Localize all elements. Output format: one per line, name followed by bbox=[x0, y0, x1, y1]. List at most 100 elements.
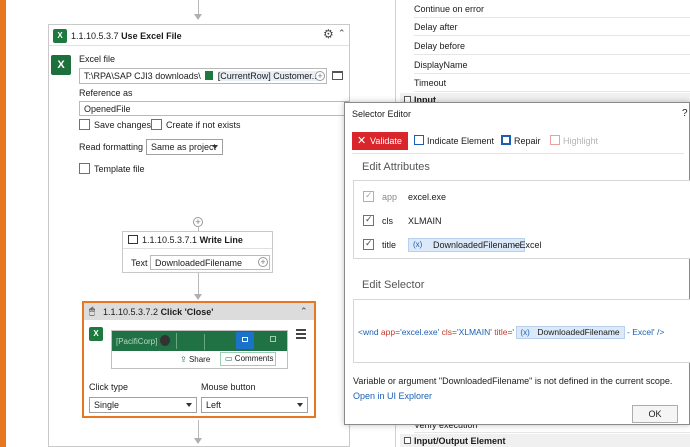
read-formatting-dropdown[interactable]: Same as project bbox=[146, 139, 223, 155]
repair-icon bbox=[501, 135, 511, 145]
create-if-not-exists-label: Create if not exists bbox=[166, 120, 241, 130]
property-group-input-output[interactable]: Input/Output Element bbox=[400, 434, 690, 447]
connector-line bbox=[198, 420, 199, 440]
attr-cls-checkbox[interactable] bbox=[363, 214, 374, 226]
mouse-button-dropdown[interactable]: Left bbox=[201, 397, 308, 413]
help-button[interactable]: ? bbox=[682, 108, 688, 119]
template-file-checkbox[interactable] bbox=[79, 163, 90, 174]
property-delay-before[interactable]: Delay before bbox=[414, 37, 690, 55]
x-icon: ✕ bbox=[357, 135, 367, 147]
property-display-name[interactable]: DisplayName bbox=[414, 56, 690, 74]
collapse-icon[interactable]: ⌃ bbox=[338, 28, 346, 39]
attributes-list[interactable]: app excel.exe cls XLMAIN title (x) Downl… bbox=[353, 180, 690, 259]
attr-app-value[interactable]: excel.exe bbox=[408, 192, 446, 202]
chevron-down-icon bbox=[297, 403, 303, 407]
excel-file-var: [CurrentRow] Customer... bbox=[217, 71, 320, 81]
validate-button[interactable]: ✕ Validate bbox=[352, 132, 408, 150]
text-input[interactable]: DownloadedFilename bbox=[150, 255, 270, 270]
open-in-ui-explorer-link[interactable]: Open in UI Explorer bbox=[353, 391, 432, 401]
workflow-canvas[interactable]: X 1.1.10.5.3.7 Use Excel File ⚙ ⌃ X Exce… bbox=[0, 0, 395, 447]
selector-attr-value: 'XLMAIN' bbox=[456, 327, 492, 337]
excel-file-label: Excel file bbox=[79, 54, 116, 64]
click-type-label: Click type bbox=[89, 382, 129, 392]
activity-id: 1.1.10.5.3.7.1 bbox=[142, 235, 198, 245]
repair-button[interactable]: Repair bbox=[501, 133, 541, 149]
gear-icon[interactable]: ⚙ bbox=[323, 27, 334, 41]
attr-app-name: app bbox=[382, 192, 398, 202]
save-changes-label: Save changes bbox=[94, 120, 152, 130]
avatar bbox=[160, 335, 170, 346]
mouse-button-value: Left bbox=[206, 400, 222, 410]
ok-button[interactable]: OK bbox=[632, 405, 678, 423]
excel-file-icon: X bbox=[51, 55, 71, 75]
edit-selector-heading: Edit Selector bbox=[362, 279, 425, 291]
click-close-card[interactable]: 🖱 1.1.10.5.3.7.2 Click 'Close' ⌃ X [Paci… bbox=[82, 301, 316, 418]
click-type-dropdown[interactable]: Single bbox=[89, 397, 197, 413]
excel-file-field[interactable]: T:\RPA\SAP CJI3 downloads\ [CurrentRow] … bbox=[79, 68, 327, 84]
selector-variable-chip[interactable]: (x) DownloadedFilename bbox=[516, 326, 625, 339]
collapse-icon[interactable]: ⌃ bbox=[300, 306, 308, 317]
preview-divider bbox=[176, 333, 177, 349]
edit-attributes-heading: Edit Attributes bbox=[362, 161, 430, 173]
activity-title: Use Excel File bbox=[121, 31, 182, 41]
excel-icon: X bbox=[89, 327, 103, 341]
menu-icon[interactable] bbox=[296, 329, 306, 339]
selector-text[interactable]: <wnd app='excel.exe' cls='XLMAIN' title=… bbox=[358, 326, 664, 339]
highlight-button[interactable]: Highlight bbox=[550, 133, 598, 149]
close-icon bbox=[270, 336, 276, 342]
create-if-not-exists-checkbox[interactable] bbox=[151, 119, 162, 130]
add-icon[interactable]: + bbox=[258, 257, 268, 267]
activity-id: 1.1.10.5.3.7 bbox=[71, 31, 119, 41]
add-icon[interactable]: + bbox=[315, 71, 325, 81]
activity-id: 1.1.10.5.3.7.2 bbox=[103, 307, 159, 317]
reference-label: Reference as bbox=[79, 88, 133, 98]
target-preview[interactable]: [PacifiCorp] ⇪ Share ▭ Comments bbox=[111, 330, 288, 369]
attr-title-variable[interactable]: (x) DownloadedFilename bbox=[408, 238, 526, 252]
excel-file-path: T:\RPA\SAP CJI3 downloads\ bbox=[84, 71, 201, 81]
selector-tag: <wnd bbox=[358, 327, 381, 337]
chevron-down-icon bbox=[212, 145, 218, 149]
activity-title: Write Line bbox=[199, 235, 243, 245]
write-line-card[interactable]: 1.1.10.5.3.7.1 Write Line Text Downloade… bbox=[122, 231, 273, 273]
attr-title-checkbox[interactable] bbox=[363, 238, 374, 250]
reference-input[interactable]: OpenedFile bbox=[79, 101, 349, 116]
write-line-icon bbox=[128, 235, 138, 244]
card-divider bbox=[123, 248, 272, 249]
read-formatting-label: Read formatting bbox=[79, 142, 144, 152]
excel-var-icon bbox=[205, 71, 214, 80]
variable-icon: (x) bbox=[413, 240, 423, 249]
left-accent-bar bbox=[0, 0, 6, 447]
cursor-icon bbox=[414, 135, 424, 145]
selector-attr-name: title= bbox=[491, 327, 513, 337]
mouse-button-label: Mouse button bbox=[201, 382, 256, 392]
save-changes-checkbox[interactable] bbox=[79, 119, 90, 130]
attr-title-name: title bbox=[382, 240, 397, 250]
connector-arrow bbox=[194, 14, 202, 20]
comments-icon: ▭ bbox=[225, 354, 233, 363]
attr-cls-value[interactable]: XLMAIN bbox=[408, 216, 442, 226]
read-formatting-value: Same as project bbox=[151, 142, 217, 152]
excel-icon: X bbox=[53, 29, 67, 43]
folder-icon[interactable] bbox=[332, 71, 343, 80]
property-timeout[interactable]: Timeout bbox=[414, 74, 690, 92]
selector-text-box[interactable]: <wnd app='excel.exe' cls='XLMAIN' title=… bbox=[353, 299, 690, 363]
attr-title-suffix: - Excel bbox=[514, 240, 542, 250]
toolbar-divider bbox=[352, 153, 684, 154]
selector-editor-dialog[interactable]: Selector Editor ? ✕ Validate Indicate El… bbox=[344, 102, 690, 425]
indicate-element-button[interactable]: Indicate Element bbox=[414, 133, 494, 149]
add-activity-icon[interactable]: + bbox=[193, 217, 203, 227]
connector-arrow bbox=[194, 294, 202, 300]
property-continue-on-error[interactable]: Continue on error bbox=[414, 0, 690, 18]
preview-divider bbox=[204, 334, 205, 350]
activity-title: Click 'Close' bbox=[160, 307, 214, 317]
attr-app-checkbox[interactable] bbox=[363, 190, 374, 202]
card-divider bbox=[49, 45, 349, 46]
click-icon: 🖱 bbox=[89, 306, 95, 317]
repair-label: Repair bbox=[514, 136, 541, 146]
variable-icon: (x) bbox=[520, 328, 530, 337]
error-message: Variable or argument "DownloadedFilename… bbox=[353, 376, 673, 386]
attr-cls-name: cls bbox=[382, 216, 393, 226]
property-delay-after[interactable]: Delay after bbox=[414, 18, 690, 36]
selector-attr-value: 'excel.exe' bbox=[400, 327, 440, 337]
restore-icon bbox=[242, 337, 248, 342]
